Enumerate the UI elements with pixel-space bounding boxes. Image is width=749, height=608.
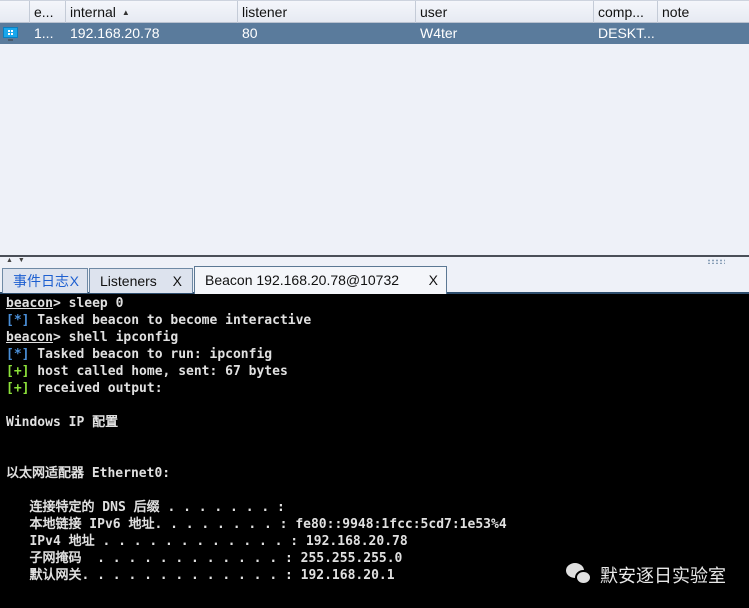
console-line: 本地链接 IPv6 地址. . . . . . . . : fe80::9948… xyxy=(6,516,507,533)
console-line: 连接特定的 DNS 后缀 . . . . . . . : xyxy=(6,499,285,516)
console-line: [+] received output: xyxy=(6,380,163,397)
column-header-user[interactable]: user xyxy=(415,1,593,23)
cell-listener: 80 xyxy=(242,25,258,41)
console-line: beacon> shell ipconfig xyxy=(6,329,178,346)
beacon-table: e... internal ▲ listener user comp... not… xyxy=(0,0,749,256)
console-text: 以太网适配器 Ethernet0: xyxy=(6,466,171,481)
console-tag: [+] xyxy=(6,364,30,379)
beacon-console[interactable]: beacon> sleep 0 [*] Tasked beacon to beco… xyxy=(0,294,749,608)
console-line: beacon> sleep 0 xyxy=(6,295,123,312)
console-prompt: beacon xyxy=(6,330,53,345)
tab-beacon[interactable]: Beacon 192.168.20.78@10732 X xyxy=(194,266,447,294)
watermark: 默安逐日实验室 xyxy=(566,562,726,588)
cell-note xyxy=(657,23,662,44)
column-header-external[interactable]: e... xyxy=(29,1,65,23)
windows-monitor-icon xyxy=(3,27,18,41)
console-line: [*] Tasked beacon to become interactive xyxy=(6,312,311,329)
console-line: 默认网关. . . . . . . . . . . . . : 192.168.… xyxy=(6,567,395,584)
tab-close-button[interactable]: X xyxy=(70,269,79,293)
column-header-internal[interactable]: internal ▲ xyxy=(65,1,237,23)
table-header: e... internal ▲ listener user comp... not… xyxy=(0,0,749,23)
column-header-computer[interactable]: comp... xyxy=(593,1,657,23)
splitter-arrows-icon[interactable]: ▲▼ xyxy=(6,257,30,264)
console-text: 默认网关. . . . . . . . . . . . . : 192.168.… xyxy=(6,568,395,583)
column-header-icon[interactable] xyxy=(0,1,29,23)
console-tag: [*] xyxy=(6,347,30,362)
table-row[interactable]: 1... 192.168.20.78 80 W4ter DESKT... xyxy=(0,23,749,44)
column-header-note[interactable]: note xyxy=(657,1,749,23)
cell-external: 1... xyxy=(34,25,54,41)
column-header-listener[interactable]: listener xyxy=(237,1,415,23)
console-line: 子网掩码 . . . . . . . . . . . . : 255.255.2… xyxy=(6,550,402,567)
console-line: [+] host called home, sent: 67 bytes xyxy=(6,363,288,380)
console-text: host called home, sent: 67 bytes xyxy=(29,364,288,379)
console-line: Windows IP 配置 xyxy=(6,414,118,431)
splitter-grip-icon[interactable] xyxy=(707,259,725,264)
console-line: [*] Tasked beacon to run: ipconfig xyxy=(6,346,272,363)
console-text: received output: xyxy=(29,381,163,396)
tab-close-button[interactable]: X xyxy=(429,267,438,293)
tab-bar: 事件日志 X Listeners X Beacon 192.168.20.78@10… xyxy=(0,266,749,294)
console-text: > sleep 0 xyxy=(52,296,124,311)
console-text: 子网掩码 . . . . . . . . . . . . : 255.255.2… xyxy=(6,551,403,566)
tab-listeners[interactable]: Listeners X xyxy=(89,268,193,293)
watermark-text: 默安逐日实验室 xyxy=(600,566,726,587)
cell-user: W4ter xyxy=(420,25,458,41)
console-text: 连接特定的 DNS 后缀 . . . . . . . : xyxy=(6,500,285,515)
console-line: 以太网适配器 Ethernet0: xyxy=(6,465,170,482)
console-text: 本地链接 IPv6 地址. . . . . . . . : fe80::9948… xyxy=(6,517,507,532)
console-line: IPv4 地址 . . . . . . . . . . . . : 192.16… xyxy=(6,533,408,550)
wechat-icon xyxy=(566,563,594,587)
tab-event-log[interactable]: 事件日志 X xyxy=(2,268,88,293)
console-text: Tasked beacon to run: ipconfig xyxy=(29,347,273,362)
console-text: IPv4 地址 . . . . . . . . . . . . : 192.16… xyxy=(6,534,408,549)
console-text: Tasked beacon to become interactive xyxy=(29,313,312,328)
console-text: > shell ipconfig xyxy=(52,330,179,345)
cell-computer: DESKT... xyxy=(598,25,655,41)
tab-close-button[interactable]: X xyxy=(173,269,182,293)
console-tag: [*] xyxy=(6,313,30,328)
console-prompt: beacon xyxy=(6,296,53,311)
cell-internal: 192.168.20.78 xyxy=(70,25,160,41)
console-text: Windows IP 配置 xyxy=(6,415,119,430)
sort-ascending-icon: ▲ xyxy=(121,8,130,17)
console-tag: [+] xyxy=(6,381,30,396)
